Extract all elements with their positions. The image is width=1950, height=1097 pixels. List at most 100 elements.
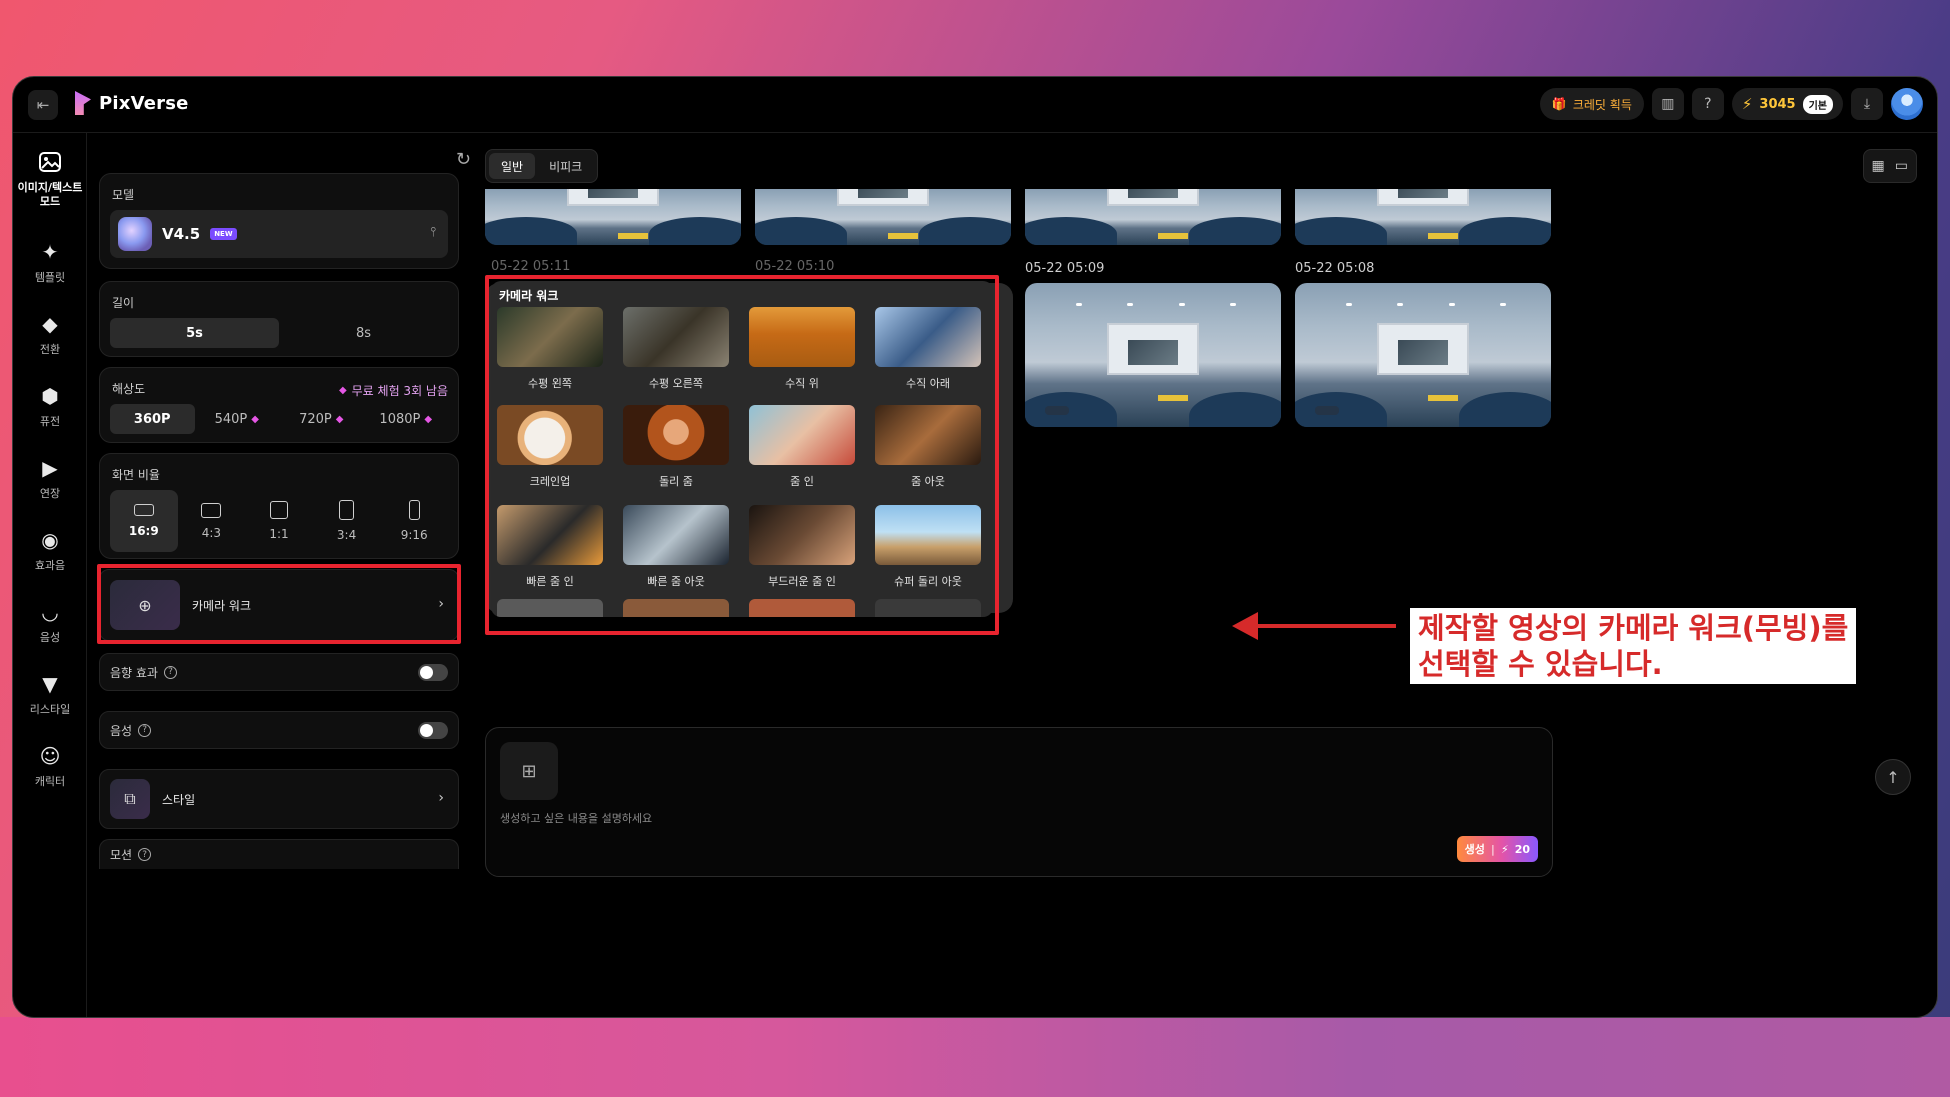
prompt-box[interactable]: ⊞ 생성하고 싶은 내용을 설명하세요 생성 | ⚡ 20 xyxy=(485,727,1553,877)
sidebar-item-character[interactable]: ☺ 캐릭터 xyxy=(13,743,87,789)
camera-option-thumbnail xyxy=(749,405,855,465)
grid-view-icon[interactable]: ▦ xyxy=(1872,158,1885,174)
book-button[interactable]: ▥ xyxy=(1651,88,1684,120)
sidebar-item-transition[interactable]: ◆ 전환 xyxy=(13,311,87,357)
video-thumbnail[interactable] xyxy=(1025,189,1281,245)
video-thumbnail[interactable] xyxy=(1295,283,1551,427)
camera-option-thumbnail xyxy=(497,405,603,465)
tab-normal[interactable]: 일반 xyxy=(489,153,536,179)
add-image-button[interactable]: ⊞ xyxy=(500,742,558,800)
help-icon[interactable]: ? xyxy=(138,848,152,861)
model-selector[interactable]: V4.5 NEW ⫯ xyxy=(110,210,448,258)
settings-panel: ↻ 모델 V4.5 NEW ⫯ 길이 5s 8s 해상도 ◆ 무료 체험 3회 … xyxy=(97,133,471,1017)
camera-option-zoom-out[interactable]: 줌 아웃 xyxy=(875,405,981,489)
camera-option-pan-left[interactable]: 수평 왼쪽 xyxy=(497,307,603,391)
sidebar-item-extend[interactable]: ▶ 연장 xyxy=(13,455,87,501)
free-trial-label: 무료 체험 3회 남음 xyxy=(351,384,448,398)
aspect-option-4-3[interactable]: 4:3 xyxy=(178,490,246,552)
gem-icon: ◆ xyxy=(338,385,347,396)
duration-card: 길이 5s 8s xyxy=(99,281,459,357)
video-thumbnail[interactable] xyxy=(1295,189,1551,245)
sparkle-icon: ✦ xyxy=(41,240,59,264)
sidebar-item-label: 음성 xyxy=(39,631,61,644)
logo[interactable]: PixVerse xyxy=(75,91,189,115)
sidebar-item-fusion[interactable]: ⬢ 퓨전 xyxy=(13,383,87,429)
aspect-option-9-16[interactable]: 9:16 xyxy=(380,490,448,552)
bolt-icon: ⚡ xyxy=(1741,95,1753,113)
style-button[interactable]: ⧉ 스타일 › xyxy=(99,769,459,829)
camera-option-smooth-zoom-in[interactable]: 부드러운 줌 인 xyxy=(749,505,855,589)
image-icon xyxy=(37,149,63,175)
camera-option-label: 수평 왼쪽 xyxy=(528,377,572,390)
duration-option-8s[interactable]: 8s xyxy=(279,318,448,348)
back-button[interactable]: ⇤ xyxy=(28,90,58,120)
camera-option-super-dolly-out[interactable]: 슈퍼 돌리 아웃 xyxy=(875,505,981,589)
ratio-shape-icon xyxy=(269,501,288,519)
camera-option-dolly-zoom[interactable]: 돌리 줌 xyxy=(623,405,729,489)
help-icon[interactable]: ? xyxy=(138,723,152,737)
background-gradient xyxy=(0,1017,1950,1097)
aspect-ratio-card: 화면 비율 16:9 4:3 1:1 3:4 9:16 xyxy=(99,453,459,559)
generate-button[interactable]: 생성 | ⚡ 20 xyxy=(1456,836,1538,862)
aspect-option-16-9[interactable]: 16:9 xyxy=(110,490,178,552)
resolution-option-360p[interactable]: 360P xyxy=(110,404,195,434)
help-button[interactable]: ? xyxy=(1691,88,1724,120)
camera-option-label: 빠른 줌 아웃 xyxy=(647,575,705,588)
resolution-option-540p[interactable]: 540P ◆ xyxy=(195,404,280,434)
generate-cost: 20 xyxy=(1514,842,1530,856)
sound-effect-label: 음향 효과 xyxy=(110,665,158,680)
sidebar-item-restyle[interactable]: ▼ 리스타일 xyxy=(13,671,87,717)
help-icon[interactable]: ? xyxy=(163,665,177,679)
camera-option-fast-zoom-out[interactable]: 빠른 줌 아웃 xyxy=(623,505,729,589)
app-name: PixVerse xyxy=(99,92,189,114)
duration-title: 길이 xyxy=(112,296,135,310)
option-label: 4:3 xyxy=(201,525,222,540)
camera-option-zoom-in[interactable]: 줌 인 xyxy=(749,405,855,489)
sidebar-item-sound-effect[interactable]: ◉ 효과음 xyxy=(13,527,87,573)
sidebar-item-label: 전환 xyxy=(39,343,61,356)
avatar[interactable] xyxy=(1891,88,1923,120)
camera-option-label: 수평 오른쪽 xyxy=(648,377,704,390)
sidebar-item-image-text-mode[interactable]: 이미지/텍스트 모드 xyxy=(13,149,87,209)
download-icon: ⤓ xyxy=(1863,96,1871,112)
camera-option-tilt-up[interactable]: 수직 위 xyxy=(749,307,855,391)
get-credits-button[interactable]: 🎁 크레딧 획득 xyxy=(1539,88,1644,120)
video-timestamp: 05-22 05:08 xyxy=(1295,261,1375,276)
aspect-option-3-4[interactable]: 3:4 xyxy=(313,490,381,552)
list-view-icon[interactable]: ▭ xyxy=(1895,158,1908,174)
duration-option-5s[interactable]: 5s xyxy=(110,318,279,348)
style-label: 스타일 xyxy=(162,792,196,807)
resolution-option-720p[interactable]: 720P ◆ xyxy=(279,404,364,434)
aspect-option-1-1[interactable]: 1:1 xyxy=(245,490,313,552)
camera-option-fast-zoom-in[interactable]: 빠른 줌 인 xyxy=(497,505,603,589)
reset-icon[interactable]: ↻ xyxy=(456,149,471,170)
camera-option-pan-right[interactable]: 수평 오른쪽 xyxy=(623,307,729,391)
app-window: ⇤ PixVerse 🎁 크레딧 획득 ▥ ? ⚡ 3045 기본 ⤓ 이미지/… xyxy=(12,76,1938,1018)
resolution-option-1080p[interactable]: 1080P ◆ xyxy=(364,404,449,434)
camera-option-label: 빠른 줌 인 xyxy=(526,575,574,588)
voice-toggle[interactable] xyxy=(418,722,448,739)
sidebar-item-voice[interactable]: ◡ 음성 xyxy=(13,599,87,645)
camera-option-crane-up[interactable]: 크레인업 xyxy=(497,405,603,489)
sliders-icon[interactable]: ⫯ xyxy=(430,225,436,240)
sidebar-item-label: 리스타일 xyxy=(29,703,71,716)
arrow-up-icon: ↑ xyxy=(1886,767,1900,787)
credits-display[interactable]: ⚡ 3045 기본 xyxy=(1731,88,1843,120)
camera-option-partial xyxy=(875,599,981,617)
option-label: 720P xyxy=(299,411,332,427)
camera-option-label: 슈퍼 돌리 아웃 xyxy=(894,575,962,588)
camera-work-button[interactable]: ⊕ 카메라 워크 › xyxy=(99,569,459,641)
lips-icon: ◡ xyxy=(41,600,59,624)
video-thumbnail[interactable] xyxy=(485,189,741,245)
scroll-top-button[interactable]: ↑ xyxy=(1875,759,1911,795)
camera-option-tilt-down[interactable]: 수직 아래 xyxy=(875,307,981,391)
download-button[interactable]: ⤓ xyxy=(1851,88,1883,120)
camera-option-thumbnail xyxy=(623,505,729,565)
video-thumbnail[interactable] xyxy=(755,189,1011,245)
video-thumbnail[interactable] xyxy=(1025,283,1281,427)
tab-off-peak[interactable]: 비피크 xyxy=(537,153,594,179)
transition-icon: ◆ xyxy=(42,312,58,336)
help-icon: ? xyxy=(1704,96,1712,112)
sound-effect-toggle[interactable] xyxy=(418,664,448,681)
sidebar-item-template[interactable]: ✦ 템플릿 xyxy=(13,239,87,285)
